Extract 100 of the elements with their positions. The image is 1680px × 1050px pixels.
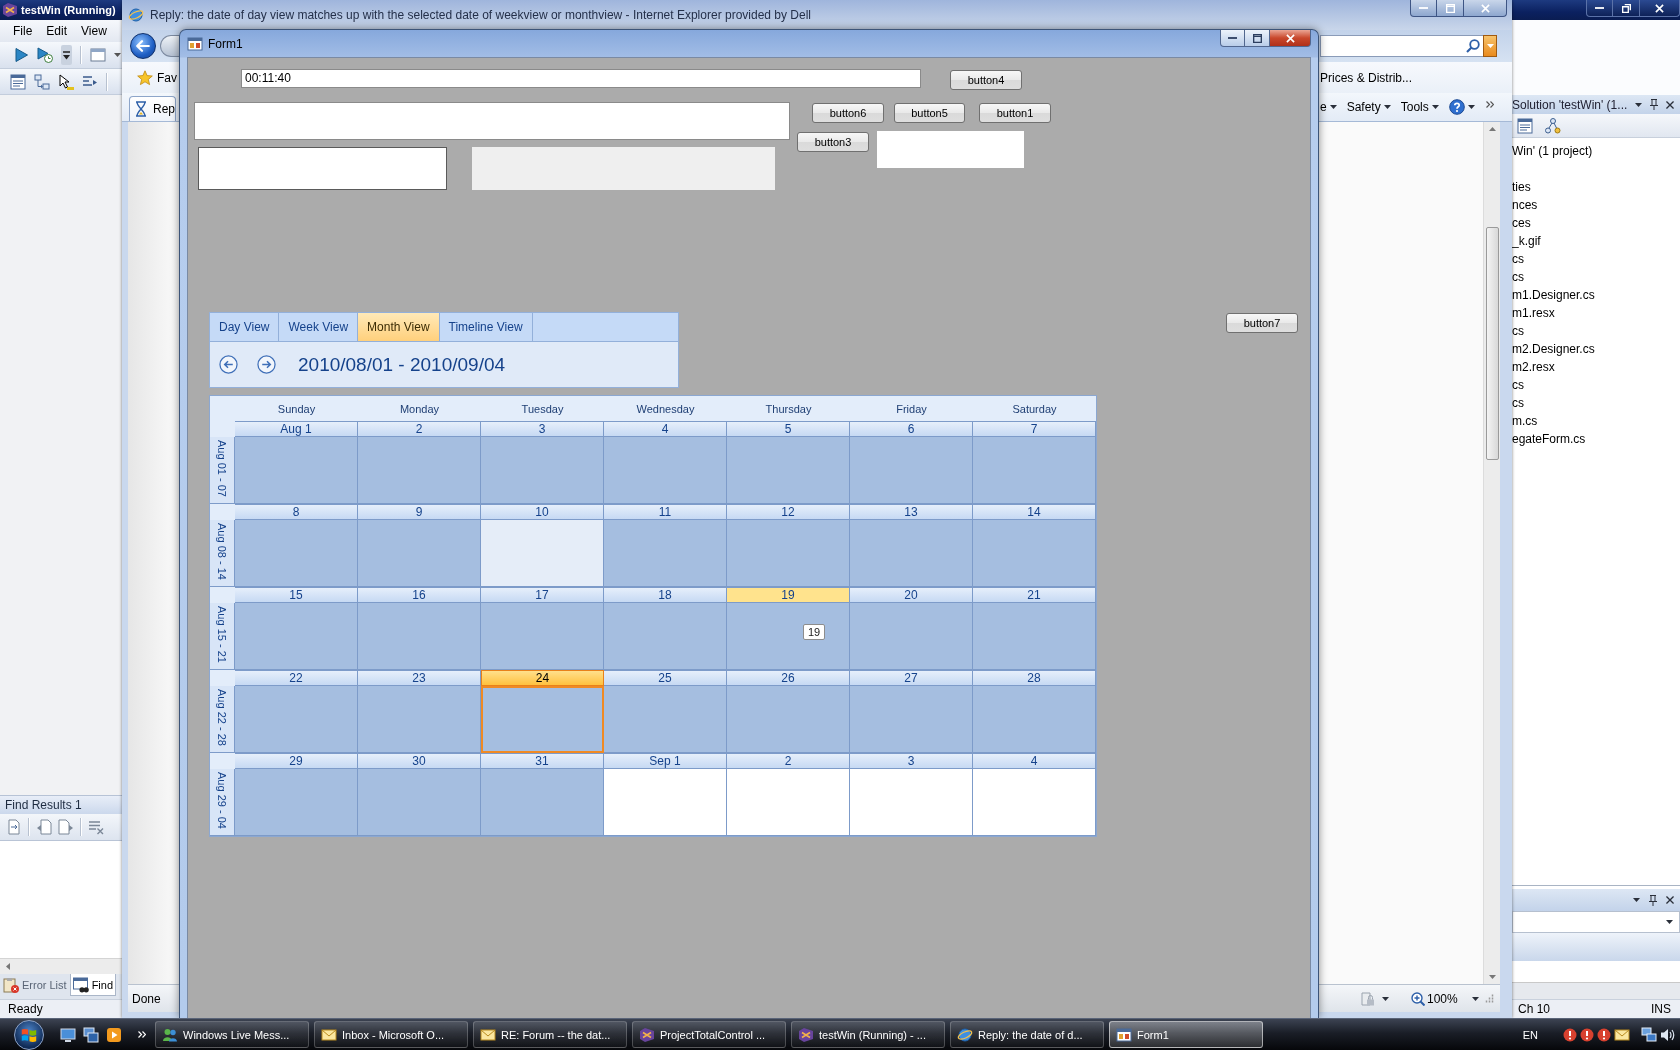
- command-menu-button[interactable]: Tools: [1400, 100, 1439, 114]
- list-window-icon[interactable]: [1517, 117, 1533, 134]
- date-header[interactable]: 3: [481, 421, 604, 437]
- date-header[interactable]: 22: [235, 670, 358, 686]
- date-header[interactable]: 27: [850, 670, 973, 686]
- date-header[interactable]: 30: [358, 753, 481, 769]
- day-cell[interactable]: [481, 603, 604, 670]
- date-header[interactable]: 18: [604, 587, 727, 603]
- form-button[interactable]: button6: [812, 103, 884, 123]
- date-header[interactable]: 10: [481, 504, 604, 520]
- day-cell[interactable]: [481, 769, 604, 836]
- tree-item[interactable]: ces: [1512, 214, 1531, 232]
- window-icon[interactable]: [90, 47, 106, 63]
- date-header[interactable]: 29: [235, 753, 358, 769]
- time-field[interactable]: 00:11:40: [241, 69, 921, 88]
- day-cell[interactable]: [973, 520, 1096, 587]
- text-field[interactable]: [198, 147, 447, 190]
- date-header[interactable]: 26: [727, 670, 850, 686]
- form-button[interactable]: button1: [979, 103, 1051, 123]
- forward-button[interactable]: [160, 35, 180, 57]
- day-cell[interactable]: [235, 769, 358, 836]
- vertical-scrollbar[interactable]: [1483, 122, 1500, 984]
- day-cell[interactable]: [850, 603, 973, 670]
- tree-item[interactable]: ties: [1512, 178, 1531, 196]
- close-button[interactable]: [1270, 30, 1311, 47]
- day-cell[interactable]: [973, 686, 1096, 753]
- day-cell[interactable]: [481, 686, 604, 753]
- date-header[interactable]: Sep 1: [604, 753, 727, 769]
- date-header[interactable]: 28: [973, 670, 1096, 686]
- tree-item[interactable]: cs: [1512, 394, 1524, 412]
- date-header[interactable]: 5: [727, 421, 850, 437]
- close-button[interactable]: [1464, 0, 1507, 17]
- caret-icon[interactable]: [1633, 898, 1640, 902]
- caret-icon[interactable]: [1635, 102, 1643, 107]
- start-button[interactable]: [14, 1019, 44, 1050]
- date-header[interactable]: 13: [850, 504, 973, 520]
- dropdown-field[interactable]: [1512, 911, 1680, 933]
- help-menu-button[interactable]: [1448, 99, 1475, 115]
- date-header[interactable]: 4: [973, 753, 1096, 769]
- search-icon[interactable]: [1466, 39, 1480, 53]
- caret-icon[interactable]: [1471, 996, 1479, 1001]
- alert-icon[interactable]: [1563, 1027, 1577, 1042]
- day-cell[interactable]: [604, 686, 727, 753]
- tree-item[interactable]: cs: [1512, 250, 1524, 268]
- date-header[interactable]: 21: [973, 587, 1096, 603]
- network-icon[interactable]: [1641, 1026, 1657, 1043]
- day-cell[interactable]: [235, 437, 358, 504]
- list-cross-icon[interactable]: [88, 819, 104, 835]
- day-cell[interactable]: 19: [727, 603, 850, 670]
- page-lock-icon[interactable]: [1360, 990, 1376, 1007]
- favorites-button[interactable]: Fav: [137, 69, 177, 86]
- pin-icon[interactable]: [1649, 894, 1657, 906]
- arrow-right-circle-icon[interactable]: [257, 355, 276, 374]
- tree-item[interactable]: cs: [1512, 376, 1524, 394]
- zoom-button[interactable]: 100%: [1411, 991, 1458, 1006]
- horizontal-scrollbar[interactable]: [0, 958, 122, 974]
- day-cell[interactable]: [358, 686, 481, 753]
- cursor-icon[interactable]: [58, 73, 74, 90]
- play-clock-icon[interactable]: [37, 47, 53, 63]
- day-cell[interactable]: [358, 520, 481, 587]
- day-cell[interactable]: [727, 686, 850, 753]
- day-cell[interactable]: [727, 769, 850, 836]
- date-header[interactable]: Aug 1: [235, 421, 358, 437]
- browser-tab[interactable]: Rep: [129, 96, 176, 121]
- day-cell[interactable]: [235, 686, 358, 753]
- tree-item[interactable]: egateForm.cs: [1512, 430, 1586, 448]
- date-header[interactable]: 7: [973, 421, 1096, 437]
- chevron-icon[interactable]: [1485, 101, 1494, 108]
- tree-item[interactable]: cs: [1512, 322, 1524, 340]
- taskbar-button[interactable]: Reply: the date of d...: [950, 1021, 1104, 1048]
- caret-icon[interactable]: [1382, 996, 1389, 1001]
- date-header[interactable]: 31: [481, 753, 604, 769]
- taskbar-button[interactable]: ProjectTotalControl ...: [632, 1021, 786, 1048]
- document-right-arrow-icon[interactable]: [58, 819, 74, 835]
- date-header[interactable]: 25: [604, 670, 727, 686]
- date-header[interactable]: 11: [604, 504, 727, 520]
- list-window-icon[interactable]: [10, 73, 26, 90]
- back-button[interactable]: [130, 33, 156, 59]
- tree-item[interactable]: cs: [1512, 268, 1524, 286]
- panel-tab[interactable]: Find: [69, 974, 117, 996]
- taskbar-button[interactable]: Form1: [1109, 1021, 1263, 1048]
- search-field[interactable]: [1320, 35, 1483, 57]
- day-cell[interactable]: [358, 603, 481, 670]
- date-header[interactable]: 9: [358, 504, 481, 520]
- scroll-thumb[interactable]: [1485, 227, 1499, 460]
- panel-tab[interactable]: Error List: [0, 974, 70, 996]
- favorite-link[interactable]: Prices & Distrib...: [1320, 70, 1412, 85]
- day-cell[interactable]: [235, 603, 358, 670]
- close-icon[interactable]: [1666, 896, 1674, 904]
- day-cell[interactable]: [481, 520, 604, 587]
- day-cell[interactable]: [604, 769, 727, 836]
- view-tab[interactable]: Day View: [210, 313, 280, 341]
- view-tab[interactable]: Month View: [358, 313, 440, 341]
- date-header[interactable]: 15: [235, 587, 358, 603]
- tree-item[interactable]: m1.Designer.cs: [1512, 286, 1595, 304]
- date-header[interactable]: 2: [358, 421, 481, 437]
- date-header[interactable]: 19: [727, 587, 850, 603]
- alert-icon[interactable]: [1580, 1027, 1594, 1042]
- alert-icon[interactable]: [1597, 1027, 1611, 1042]
- taskbar-button[interactable]: testWin (Running) - ...: [791, 1021, 945, 1048]
